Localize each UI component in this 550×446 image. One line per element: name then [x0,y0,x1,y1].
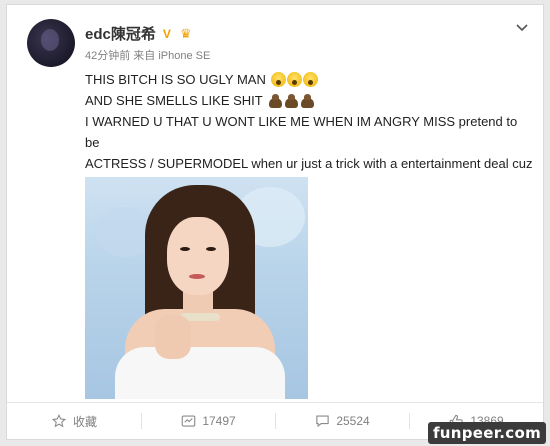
post-line-3: I WARNED U THAT U WONT LIKE ME WHEN IM A… [85,114,518,150]
favorite-label: 收藏 [72,414,97,429]
photo-hand [155,315,191,359]
repost-button[interactable]: 17497 [141,403,275,439]
repost-icon [180,413,196,429]
weibo-post-card: edc陳冠希 V ♛ 42分钟前 来自 iPhone SE THIS BITCH… [6,4,544,440]
screaming-face-icon [302,72,318,87]
photo-lips [189,274,205,279]
chevron-down-icon[interactable] [515,21,529,35]
favorite-button[interactable]: 收藏 [7,403,141,439]
comment-button[interactable]: 25524 [275,403,409,439]
post-line-2: AND SHE SMELLS LIKE SHIT [85,90,535,111]
photo-eye [206,247,216,251]
user-name[interactable]: edc陳冠希 [85,23,156,44]
pile-of-poo-icon [300,93,315,108]
post-line-1-text: THIS BITCH IS SO UGLY MAN [85,72,266,87]
screaming-face-emoji-group [270,72,318,87]
screaming-face-icon [286,72,302,87]
pile-of-poo-icon [268,93,283,108]
photo-dress [115,347,285,399]
comment-icon [314,413,330,429]
post-line-1: THIS BITCH IS SO UGLY MAN [85,69,535,90]
site-watermark: funpeer.com [428,422,546,444]
photo-eye [180,247,190,251]
comment-count: 25524 [336,414,370,428]
post-meta: 42分钟前 来自 iPhone SE [85,50,211,62]
verified-badge-icon: V [162,26,171,41]
photo-face [167,217,229,295]
user-avatar[interactable] [27,19,75,67]
post-image[interactable] [85,177,308,399]
pile-of-poo-icon [284,93,299,108]
poo-emoji-group [268,93,315,108]
star-icon [51,413,67,429]
repost-count: 17497 [202,414,236,428]
name-row: edc陳冠希 V ♛ [85,23,194,44]
screaming-face-icon [270,72,286,87]
member-crown-icon: ♛ [180,25,192,41]
post-line-2-text: AND SHE SMELLS LIKE SHIT [85,93,263,108]
